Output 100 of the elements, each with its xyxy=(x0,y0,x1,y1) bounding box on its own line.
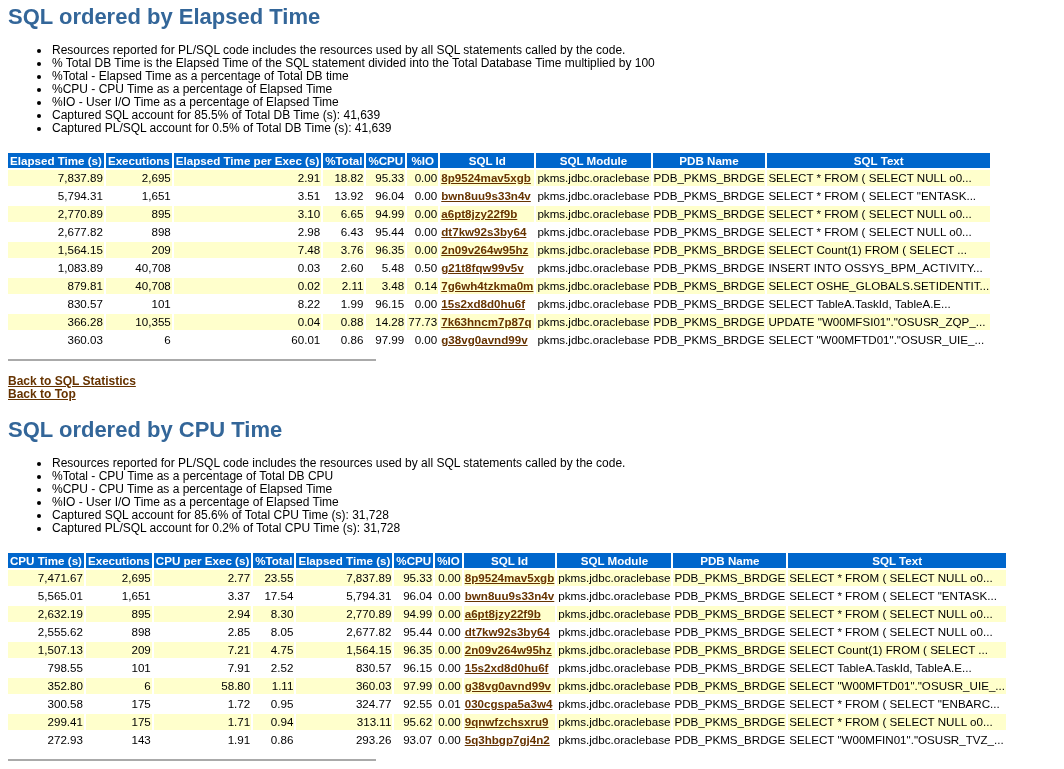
table-cell-text: 8.22 xyxy=(296,296,322,312)
table-cell-text: 0.95 xyxy=(269,696,295,712)
table-cell: 2.77 xyxy=(153,570,252,586)
note-text: %IO - User I/O Time as a percentage of Elapsed Time xyxy=(52,496,339,509)
table-cell: SELECT * FROM ( SELECT NULL o0... xyxy=(788,606,1006,622)
sql-id-link[interactable]: g21t8fqw99v5v xyxy=(441,261,524,274)
table-cell-text: 93.07 xyxy=(402,732,434,748)
table-cell-text: SELECT * FROM ( SELECT "ENBARC... xyxy=(788,696,1001,712)
column-header: Executions xyxy=(105,153,172,168)
sql-id-link[interactable]: 15s2xd8d0hu6f xyxy=(441,297,526,310)
column-header: Elapsed Time (s) xyxy=(296,553,393,568)
table-cell: 2,770.89 xyxy=(8,206,104,222)
table-cell: 0.00 xyxy=(435,714,462,730)
bullet-icon xyxy=(37,513,41,518)
table-cell: 352.80 xyxy=(8,678,84,694)
table-cell: SELECT * FROM ( SELECT NULL o0... xyxy=(767,170,991,186)
note-text: Captured SQL account for 85.5% of Total DB Time (s): 41,639 xyxy=(52,109,381,122)
bullet-icon xyxy=(37,526,41,531)
table-cell: 209 xyxy=(85,642,152,658)
sql-id-link[interactable]: bwn8uu9s33n4v xyxy=(464,589,555,602)
sql-id-link[interactable]: 15s2xd8d0hu6f xyxy=(464,661,549,674)
note-text: Resources reported for PL/SQL code includes the resources used by all SQL statements called by the code. xyxy=(52,457,626,470)
sql-id-link[interactable]: dt7kw92s3by64 xyxy=(441,225,527,238)
table-cell-text: 3.51 xyxy=(296,188,322,204)
table-cell-text: 0.00 xyxy=(437,732,462,748)
bullet-icon xyxy=(37,61,41,66)
table-cell-text: 143 xyxy=(130,732,152,748)
bullet-icon xyxy=(37,74,41,79)
table-cell-text: 1,651 xyxy=(140,188,172,204)
table-cell-text: 40,708 xyxy=(134,260,172,276)
table-cell-text: SELECT TableA.TaskId, TableA.E... xyxy=(788,660,973,676)
note-text: %CPU - CPU Time as a percentage of Elapsed Time xyxy=(52,83,333,96)
table-cell-text: 2.52 xyxy=(269,660,295,676)
table-cell: UPDATE "W00MFSI01"."OSUSR_ZQP_... xyxy=(767,314,991,330)
table-cell-text: 0.00 xyxy=(413,332,439,348)
sql-id-link[interactable]: bwn8uu9s33n4v xyxy=(441,189,531,202)
table-cell: 7.21 xyxy=(153,642,252,658)
table-cell-text: 95.44 xyxy=(402,624,434,640)
sql-id-link[interactable]: 7g6wh4tzkma0m xyxy=(441,279,534,292)
sql-id-link[interactable]: 030cgspa5a3w4 xyxy=(464,697,553,710)
sql-id-link[interactable]: dt7kw92s3by64 xyxy=(464,625,550,638)
table-cell: 2,695 xyxy=(85,570,152,586)
table-cell: pkms.jdbc.oraclebase xyxy=(536,296,651,312)
table-cell-text: 830.57 xyxy=(66,296,104,312)
table-cell: PDB_PKMS_BRDGE xyxy=(652,206,766,222)
table-cell: SELECT * FROM ( SELECT NULL o0... xyxy=(788,570,1006,586)
table-cell-text: 0.50 xyxy=(413,260,439,276)
column-header: SQL Id xyxy=(440,153,535,168)
sql-id-link[interactable]: g38vg0avnd99v xyxy=(441,333,528,346)
table-cell: SELECT "W00MFTD01"."OSUSR_UIE_... xyxy=(788,678,1006,694)
column-header: %CPU xyxy=(394,553,434,568)
table-cell: 0.00 xyxy=(407,206,439,222)
column-header: %IO xyxy=(407,153,439,168)
column-header: SQL Text xyxy=(767,153,991,168)
table-cell: PDB_PKMS_BRDGE xyxy=(673,570,787,586)
table-cell: pkms.jdbc.oraclebase xyxy=(536,314,651,330)
table-cell: PDB_PKMS_BRDGE xyxy=(652,242,766,258)
table-cell-text: 5,565.01 xyxy=(36,588,84,604)
table-cell-text: 5,794.31 xyxy=(345,588,393,604)
table-cell: 2,632.19 xyxy=(8,606,84,622)
back-link[interactable]: Back to SQL Statistics xyxy=(8,375,136,388)
table-cell: 2.11 xyxy=(323,278,365,294)
table-cell-text: 96.15 xyxy=(402,660,434,676)
section-title: SQL ordered by CPU Time xyxy=(8,416,283,443)
table-cell-text: 272.93 xyxy=(46,732,84,748)
back-link[interactable]: Back to Top xyxy=(8,388,76,401)
table-cell: 879.81 xyxy=(8,278,104,294)
table-cell: PDB_PKMS_BRDGE xyxy=(652,296,766,312)
table-cell: 7,471.67 xyxy=(8,570,84,586)
bullet-icon xyxy=(37,126,41,131)
table-cell-text: 0.86 xyxy=(339,332,365,348)
note-text: %Total - Elapsed Time as a percentage of Total DB time xyxy=(52,70,349,83)
sql-id-link[interactable]: 8p9524mav5xgb xyxy=(464,571,555,584)
bullet-icon xyxy=(37,87,41,92)
table-cell: 895 xyxy=(85,606,152,622)
column-header: SQL Module xyxy=(557,553,672,568)
sql-id-link[interactable]: 5q3hbgp7gj4n2 xyxy=(464,733,550,746)
table-cell: 97.99 xyxy=(394,678,434,694)
table-cell-text: 1.72 xyxy=(226,696,252,712)
table-cell-text: 0.86 xyxy=(269,732,295,748)
table-cell-text: 0.00 xyxy=(437,624,462,640)
table-cell-text: 2,555.62 xyxy=(36,624,84,640)
table-cell-text: 175 xyxy=(130,696,152,712)
table-cell-text: 96.04 xyxy=(402,588,434,604)
table-cell: 96.35 xyxy=(394,642,434,658)
column-header: %CPU xyxy=(366,153,406,168)
table-cell: 95.62 xyxy=(394,714,434,730)
column-header: SQL Text xyxy=(788,553,1006,568)
note-text: %CPU - CPU Time as a percentage of Elapsed Time xyxy=(52,483,333,496)
table-cell: PDB_PKMS_BRDGE xyxy=(652,332,766,348)
table-cell-text: 0.03 xyxy=(296,260,322,276)
table-cell: 3.48 xyxy=(366,278,406,294)
table-cell-text: 898 xyxy=(150,224,172,240)
table-cell: SELECT OSHE_GLOBALS.SETIDENTIT... xyxy=(767,278,991,294)
table-cell: pkms.jdbc.oraclebase xyxy=(557,660,672,676)
table-cell: 4.75 xyxy=(253,642,295,658)
table-cell: 94.99 xyxy=(366,206,406,222)
table-cell-text: 60.01 xyxy=(290,332,322,348)
table-cell-text: 2.60 xyxy=(339,260,365,276)
table-cell-text: SELECT TableA.TaskId, TableA.E... xyxy=(767,296,952,312)
